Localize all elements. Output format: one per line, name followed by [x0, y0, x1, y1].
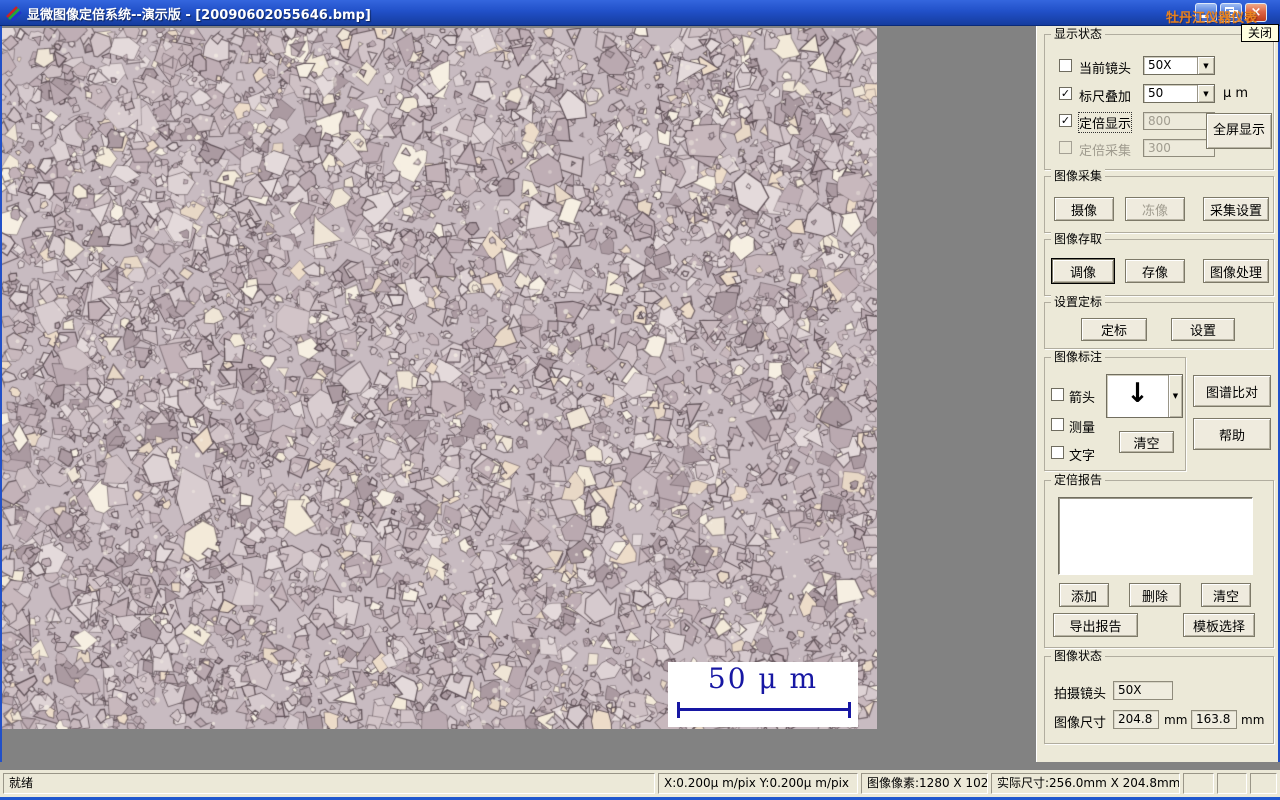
status-image-pixels: 图像像素:1280 X 1024 [861, 773, 988, 794]
label-micron-unit: μ m [1223, 86, 1249, 101]
checkbox-scale-overlay[interactable]: ✓ [1059, 87, 1072, 100]
group-annotation-label: 图像标注 [1051, 350, 1106, 365]
restore-button[interactable] [1220, 3, 1242, 22]
micrograph-image[interactable] [2, 28, 877, 729]
control-panel: 显示状态 当前镜头 50X ▼ ✓ 标尺叠加 50 ▼ μ m ✓ 定倍显示 8… [1036, 26, 1278, 762]
combo-scale-value-text: 50 [1148, 86, 1164, 100]
label-image-size: 图像尺寸 [1054, 716, 1107, 731]
capture-settings-button[interactable]: 采集设置 [1203, 197, 1269, 221]
group-report-label: 定倍报告 [1051, 473, 1106, 488]
label-mm-1: mm [1164, 713, 1188, 727]
label-shoot-lens: 拍摄镜头 [1054, 687, 1107, 702]
atlas-compare-button[interactable]: 图谱比对 [1193, 375, 1271, 407]
shoot-button[interactable]: 摄像 [1054, 197, 1114, 221]
input-fixed-display: 800 [1143, 112, 1215, 130]
input-fixed-capture: 300 [1143, 139, 1215, 157]
checkbox-arrow[interactable] [1051, 388, 1064, 401]
checkbox-current-lens[interactable] [1059, 59, 1072, 72]
calibrate-button[interactable]: 定标 [1081, 318, 1147, 341]
checkbox-text[interactable] [1051, 446, 1064, 459]
status-empty-2 [1217, 773, 1247, 794]
arrow-style-combo[interactable]: ↓ ▼ [1106, 374, 1183, 418]
export-report-button[interactable]: 导出报告 [1053, 613, 1138, 637]
window-title: 显微图像定倍系统--演示版 - [20090602055646.bmp] [27, 8, 371, 23]
group-calibration-label: 设置定标 [1051, 295, 1106, 310]
close-tooltip: 关闭 [1241, 24, 1279, 42]
image-process-button[interactable]: 图像处理 [1203, 259, 1269, 283]
load-image-button[interactable]: 调像 [1052, 259, 1114, 283]
scalebar-label: 50 μ m [707, 662, 819, 695]
field-shoot-lens: 50X [1113, 681, 1173, 700]
scalebar-line [679, 708, 849, 711]
save-image-button[interactable]: 存像 [1125, 259, 1185, 283]
scalebar: 50 μ m [668, 662, 858, 727]
statusbar-divider [0, 762, 1280, 770]
window-border-left [0, 26, 2, 770]
down-arrow-icon: ↓ [1126, 378, 1149, 409]
status-empty-3 [1250, 773, 1277, 794]
combo-scale-value[interactable]: 50 ▼ [1143, 84, 1215, 103]
app-icon [6, 6, 22, 21]
label-mm-2: mm [1241, 713, 1265, 727]
status-empty-1 [1183, 773, 1214, 794]
report-delete-button[interactable]: 删除 [1129, 583, 1181, 607]
label-arrow: 箭头 [1069, 391, 1096, 406]
group-image-status-label: 图像状态 [1051, 649, 1106, 664]
field-image-width: 204.8 [1113, 710, 1159, 729]
freeze-button: 冻像 [1125, 197, 1185, 221]
checkbox-measure[interactable] [1051, 418, 1064, 431]
template-select-button[interactable]: 模板选择 [1183, 613, 1255, 637]
label-fixed-display: 定倍显示 [1077, 112, 1133, 133]
group-storage-label: 图像存取 [1051, 232, 1106, 247]
label-fixed-capture: 定倍采集 [1079, 144, 1132, 159]
label-scale-overlay: 标尺叠加 [1079, 90, 1132, 105]
group-capture-label: 图像采集 [1051, 169, 1106, 184]
label-text: 文字 [1069, 449, 1096, 464]
workspace: 50 μ m 显示状态 当前镜头 50X ▼ ✓ 标尺叠加 50 ▼ μ m ✓… [0, 26, 1280, 770]
fullscreen-button[interactable]: 全屏显示 [1206, 113, 1272, 149]
status-actual-size: 实际尺寸:256.0mm X 204.8mm [991, 773, 1180, 794]
report-clear-button[interactable]: 清空 [1201, 583, 1251, 607]
status-ready: 就绪 [3, 773, 655, 794]
dropdown-icon[interactable]: ▼ [1197, 57, 1214, 74]
combo-current-lens[interactable]: 50X ▼ [1143, 56, 1215, 75]
close-icon: × [1250, 5, 1262, 20]
close-button[interactable]: × [1245, 3, 1267, 22]
titlebar: 显微图像定倍系统--演示版 - [20090602055646.bmp] × 牡… [0, 0, 1280, 26]
dropdown-icon[interactable]: ▼ [1197, 85, 1214, 102]
field-image-height: 163.8 [1191, 710, 1237, 729]
label-current-lens: 当前镜头 [1079, 62, 1132, 77]
statusbar: 就绪 X:0.200μ m/pix Y:0.200μ m/pix 图像像素:12… [0, 770, 1280, 797]
help-button[interactable]: 帮助 [1193, 418, 1271, 450]
label-measure: 测量 [1069, 421, 1096, 436]
calib-setup-button[interactable]: 设置 [1171, 318, 1235, 341]
report-listbox[interactable] [1058, 497, 1253, 575]
annotation-clear-button[interactable]: 清空 [1119, 431, 1174, 453]
group-display-status-label: 显示状态 [1051, 27, 1106, 42]
combo-current-lens-value: 50X [1148, 58, 1172, 72]
status-pixel-scale: X:0.200μ m/pix Y:0.200μ m/pix [658, 773, 858, 794]
checkbox-fixed-capture [1059, 141, 1072, 154]
scalebar-tick-right [848, 702, 851, 718]
dropdown-icon[interactable]: ▼ [1167, 375, 1182, 417]
minimize-icon [1200, 15, 1209, 18]
report-add-button[interactable]: 添加 [1059, 583, 1109, 607]
minimize-button[interactable] [1195, 3, 1217, 22]
scalebar-tick-left [677, 702, 680, 718]
checkbox-fixed-display[interactable]: ✓ [1059, 114, 1072, 127]
group-calibration: 设置 定标 [1044, 295, 1274, 349]
